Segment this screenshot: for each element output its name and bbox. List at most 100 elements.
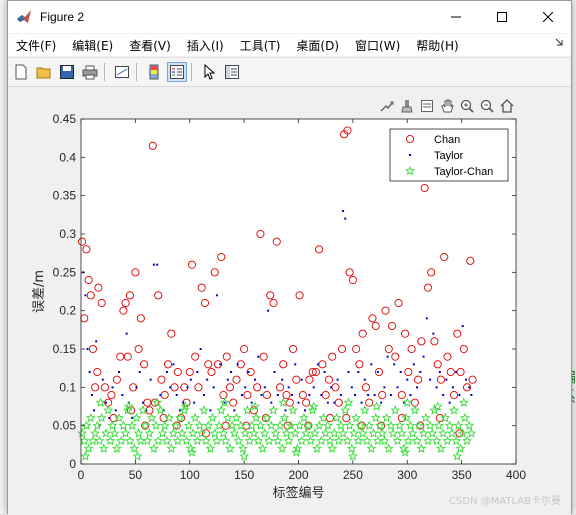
figure-window: Figure 2 文件(F) 编辑(E) 查看(V) 插入(I) 工具(T) 桌…	[7, 0, 572, 515]
taylor-point	[380, 401, 383, 404]
taylor-point	[193, 401, 196, 404]
taylor-point	[254, 378, 256, 381]
taylor-point	[247, 371, 250, 373]
taylor-point	[389, 394, 392, 396]
taylor-point	[172, 363, 175, 366]
taylor-point	[290, 394, 293, 396]
taylor-point	[386, 355, 389, 358]
taylor-point	[330, 386, 333, 389]
taylor-point	[284, 409, 287, 412]
taylor-point	[419, 371, 422, 373]
taylor-point	[455, 371, 458, 373]
taylor-point	[448, 401, 451, 404]
taylor-point	[138, 371, 141, 373]
x-tick-label: 100	[180, 468, 200, 482]
taylor-point	[175, 394, 178, 396]
taylor-point	[86, 348, 89, 350]
taylor-point	[165, 371, 168, 373]
taylor-point	[202, 394, 205, 396]
taylor-point	[114, 409, 117, 412]
taylor-point	[312, 386, 315, 389]
taylor-point	[300, 378, 303, 381]
taylor-point	[383, 386, 386, 389]
taylor-point	[393, 363, 396, 366]
taylor-point	[333, 401, 336, 404]
taylor-point	[429, 378, 432, 381]
legend-label: Taylor	[434, 150, 464, 162]
taylor-point	[135, 386, 138, 389]
taylor-point	[464, 378, 467, 381]
taylor-point	[347, 371, 350, 373]
x-tick-label: 150	[234, 468, 254, 482]
taylor-point	[308, 394, 311, 396]
scatter-plot: 0 50 100 150 200 250 300 350 400 0 0.05 0.1 0.15 0.2 0…	[32, 112, 526, 501]
y-axis-label: 误差/m	[32, 270, 47, 313]
x-tick-label: 50	[129, 468, 143, 482]
taylor-point	[360, 401, 363, 404]
taylor-point	[458, 394, 461, 396]
taylor-point	[95, 340, 98, 343]
taylor-point	[342, 210, 345, 212]
taylor-point	[354, 394, 357, 396]
y-tick-label: 0.1	[59, 380, 76, 394]
taylor-point	[432, 332, 435, 335]
taylor-point	[260, 394, 263, 396]
y-tick-label: 0.2	[59, 304, 76, 318]
x-tick-label: 200	[288, 468, 308, 482]
taylor-point	[186, 386, 189, 389]
taylor-point	[409, 394, 412, 396]
taylor-point	[88, 371, 91, 373]
taylor-point	[111, 386, 114, 389]
taylor-point	[108, 417, 111, 419]
taylor-point	[438, 371, 441, 373]
taylor-point	[442, 394, 445, 396]
taylor-point	[416, 386, 419, 389]
y-tick-label: 0.45	[53, 112, 77, 126]
taylor-point	[470, 394, 473, 396]
taylor-point	[273, 371, 276, 373]
y-tick-label: 0.15	[53, 342, 77, 356]
taylor-point	[159, 394, 162, 396]
taylor-point	[336, 378, 339, 381]
taylor-point	[215, 294, 218, 297]
y-tick-label: 0.35	[53, 189, 77, 203]
taylor-point	[84, 294, 87, 297]
taylor-point	[125, 332, 128, 335]
taylor-point	[373, 394, 376, 396]
taylor-point	[250, 401, 253, 404]
taylor-point	[121, 394, 124, 396]
taylor-point	[141, 401, 144, 404]
taylor-point	[281, 378, 284, 381]
taylor-point	[320, 394, 323, 396]
taylor-point	[270, 401, 273, 404]
taylor-point	[244, 386, 247, 389]
taylor-point	[223, 401, 226, 404]
taylor-point	[149, 378, 152, 381]
taylor-point	[376, 371, 379, 373]
taylor-point	[304, 409, 307, 412]
taylor-point	[236, 363, 239, 366]
taylor-point	[461, 325, 464, 327]
taylor-point	[212, 386, 215, 389]
x-tick-label: 250	[343, 468, 363, 482]
x-tick-label: 400	[506, 468, 526, 482]
taylor-point	[230, 371, 233, 373]
taylor-point	[90, 394, 93, 396]
taylor-point	[468, 386, 471, 389]
taylor-point	[199, 348, 202, 350]
taylor-point	[323, 371, 326, 373]
taylor-point	[169, 386, 172, 389]
taylor-point	[396, 386, 399, 389]
taylor-point	[219, 363, 222, 366]
taylor-point	[152, 263, 155, 266]
x-tick-label: 350	[452, 468, 472, 482]
legend-label: Taylor-Chan	[434, 166, 493, 178]
taylor-point	[451, 386, 454, 389]
taylor-point	[326, 401, 329, 404]
taylor-point	[93, 409, 96, 412]
taylor-point	[263, 386, 266, 389]
x-axis-label: 标签编号	[272, 485, 324, 501]
taylor-point	[267, 309, 270, 312]
taylor-point	[435, 386, 438, 389]
taylor-point	[105, 401, 108, 404]
